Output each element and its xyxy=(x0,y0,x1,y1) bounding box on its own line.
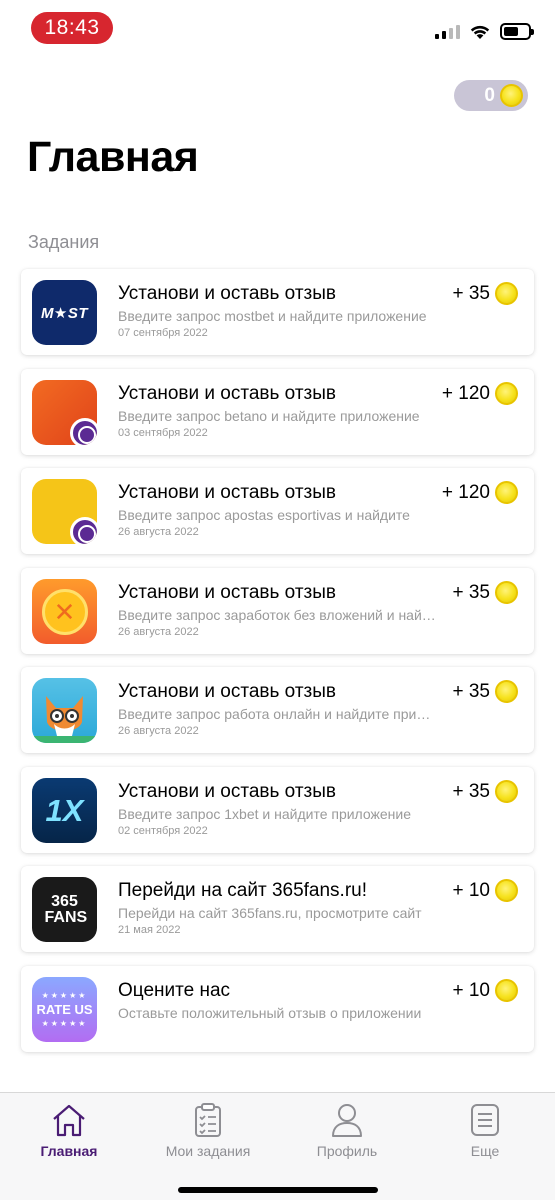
reward-value: + 35 xyxy=(452,581,490,603)
task-card[interactable]: M★ST Установи и оставь отзыв Введите зап… xyxy=(21,269,534,355)
icon-text: 1X xyxy=(45,792,84,828)
tab-my-tasks[interactable]: Мои задания xyxy=(139,1101,277,1159)
task-title: Оцените нас xyxy=(118,980,231,1001)
rate-us-app-icon: ★★★★★ RATE US ★★★★★ xyxy=(32,977,97,1042)
reward-value: + 120 xyxy=(441,382,490,404)
coin-icon xyxy=(495,879,518,902)
icon-text: RATE US xyxy=(36,1002,93,1017)
tab-label: Мои задания xyxy=(165,1143,251,1159)
task-title: Установи и оставь отзыв xyxy=(118,681,336,702)
tab-more[interactable]: Еще xyxy=(416,1101,554,1159)
profile-icon xyxy=(332,1104,362,1137)
task-title: Установи и оставь отзыв xyxy=(118,482,336,503)
signal-icon xyxy=(435,23,460,39)
task-description: Введите запрос 1xbet и найдите приложени… xyxy=(118,806,412,822)
coin-icon xyxy=(495,581,518,604)
icon-text: 365 FANS xyxy=(44,892,88,926)
task-card[interactable]: Установи и оставь отзыв Введите запрос b… xyxy=(21,369,534,455)
task-description: Перейди на сайт 365fans.ru, просмотрите … xyxy=(118,905,422,921)
betano-app-icon xyxy=(32,380,97,445)
task-title: Перейди на сайт 365fans.ru! xyxy=(118,880,368,901)
task-card[interactable]: Установи и оставь отзыв Введите запрос a… xyxy=(21,468,534,554)
reward-value: + 120 xyxy=(441,481,490,503)
tab-home[interactable]: Главная xyxy=(0,1101,138,1159)
home-indicator xyxy=(178,1187,378,1193)
task-card[interactable]: Установи и оставь отзыв Введите запрос р… xyxy=(21,667,534,753)
task-description: Введите запрос работа онлайн и найдите п… xyxy=(118,706,438,722)
reward-value: + 10 xyxy=(452,879,490,901)
sport-app-icon xyxy=(32,479,97,544)
battery-icon xyxy=(500,22,534,40)
365fans-app-icon: 365 FANS xyxy=(32,877,97,942)
reward-value: + 35 xyxy=(452,780,490,802)
coin-icon xyxy=(495,979,518,1002)
task-title: Установи и оставь отзыв xyxy=(118,582,336,603)
task-card[interactable]: ✕ Установи и оставь отзыв Введите запрос… xyxy=(21,568,534,654)
balance-value: 0 xyxy=(484,84,495,106)
task-reward: + 10 xyxy=(452,879,518,902)
task-card[interactable]: 365 FANS Перейди на сайт 365fans.ru! Пер… xyxy=(21,866,534,952)
status-time: 18:43 xyxy=(31,12,113,44)
1xbet-app-icon: 1X xyxy=(32,778,97,843)
coin-balance[interactable]: 0 xyxy=(454,80,528,111)
more-icon xyxy=(471,1104,499,1136)
task-title: Установи и оставь отзыв xyxy=(118,781,336,802)
reward-value: + 10 xyxy=(452,979,490,1001)
tab-bar: Главная Мои задания Профиль Еще xyxy=(0,1092,555,1200)
task-date: 26 августа 2022 xyxy=(118,526,199,538)
task-description: Введите запрос betano и найдите приложен… xyxy=(118,408,420,424)
wifi-icon xyxy=(470,25,490,39)
reward-value: + 35 xyxy=(452,680,490,702)
task-date: 07 сентября 2022 xyxy=(118,327,208,339)
task-card[interactable]: 1X Установи и оставь отзыв Введите запро… xyxy=(21,767,534,853)
home-icon xyxy=(53,1104,85,1137)
coin-icon xyxy=(500,84,523,107)
task-reward: + 10 xyxy=(452,979,518,1002)
task-description: Введите запрос заработок без вложений и … xyxy=(118,607,438,623)
section-label: Задания xyxy=(28,232,100,252)
task-date: 02 сентября 2022 xyxy=(118,825,208,837)
coin-icon xyxy=(495,481,518,504)
coin-app-icon: ✕ xyxy=(32,579,97,644)
tab-profile[interactable]: Профиль xyxy=(278,1101,416,1159)
clipboard-icon xyxy=(195,1103,221,1137)
icon-text: M★ST xyxy=(40,304,89,322)
task-date: 03 сентября 2022 xyxy=(118,427,208,439)
task-date: 26 августа 2022 xyxy=(118,725,199,737)
task-reward: + 120 xyxy=(442,481,518,504)
page-title: Главная xyxy=(27,133,199,181)
globe-icon xyxy=(70,517,97,544)
task-reward: + 35 xyxy=(452,680,518,703)
task-description: Введите запрос apostas esportivas и найд… xyxy=(118,507,410,523)
reward-value: + 35 xyxy=(452,282,490,304)
task-title: Установи и оставь отзыв xyxy=(118,383,336,404)
tab-label: Профиль xyxy=(316,1143,378,1159)
coin-icon xyxy=(495,680,518,703)
task-reward: + 35 xyxy=(452,282,518,305)
task-description: Введите запрос mostbet и найдите приложе… xyxy=(118,308,427,324)
task-reward: + 120 xyxy=(442,382,518,405)
task-reward: + 35 xyxy=(452,581,518,604)
task-title: Установи и оставь отзыв xyxy=(118,283,336,304)
task-date: 26 августа 2022 xyxy=(118,626,199,638)
status-bar: 18:43 xyxy=(0,0,555,56)
tab-label: Главная xyxy=(40,1143,98,1159)
task-reward: + 35 xyxy=(452,780,518,803)
fox-app-icon xyxy=(32,678,97,743)
task-description: Оставьте положительный отзыв о приложени… xyxy=(118,1005,422,1021)
tab-label: Еще xyxy=(470,1143,500,1159)
status-icons xyxy=(435,21,534,41)
globe-icon xyxy=(70,418,97,445)
task-card[interactable]: ★★★★★ RATE US ★★★★★ Оцените нас Оставьте… xyxy=(21,966,534,1052)
coin-icon xyxy=(495,382,518,405)
mostbet-app-icon: M★ST xyxy=(32,280,97,345)
coin-icon xyxy=(495,780,518,803)
coin-icon xyxy=(495,282,518,305)
task-date: 21 мая 2022 xyxy=(118,924,181,936)
